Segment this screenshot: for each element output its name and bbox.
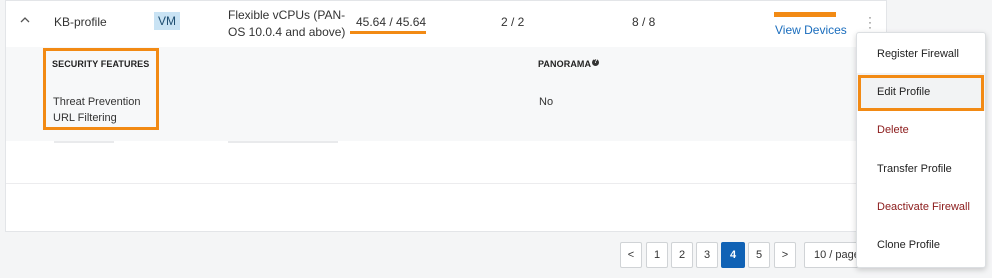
profiles-table: KB-profile VM Flexible vCPUs (PAN- OS 10…: [5, 0, 887, 232]
credits-value: 45.64 / 45.64: [356, 15, 427, 29]
page-2-button[interactable]: 2: [671, 242, 693, 268]
deactivate-firewall-item[interactable]: Deactivate Firewall: [857, 188, 985, 226]
view-devices-link[interactable]: View Devices: [775, 23, 847, 37]
register-firewall-item[interactable]: Register Firewall: [857, 35, 985, 73]
model-line-2: OS 10.0.4 and above): [228, 25, 346, 39]
credits-highlight-underline: [350, 31, 426, 34]
type-badge: VM: [154, 12, 180, 30]
profile-name: KB-profile: [54, 15, 107, 29]
prev-page-button[interactable]: <: [620, 242, 642, 268]
row-divider: [6, 183, 886, 184]
edit-profile-highlight: [858, 75, 984, 111]
redacted-text: [774, 12, 836, 17]
page-5-button[interactable]: 5: [748, 242, 770, 268]
next-row-fragment: [6, 141, 886, 145]
help-icon[interactable]: ?: [592, 59, 600, 66]
table-row: KB-profile VM Flexible vCPUs (PAN- OS 10…: [6, 1, 886, 48]
transfer-profile-item[interactable]: Transfer Profile: [857, 150, 985, 188]
column-b-value: 8 / 8: [632, 15, 656, 29]
delete-item[interactable]: Delete: [857, 111, 985, 149]
chevron-up-icon[interactable]: [20, 13, 30, 27]
more-options-icon[interactable]: · · ·: [868, 11, 872, 33]
column-a-value: 2 / 2: [501, 15, 525, 29]
security-features-highlight: [43, 48, 159, 130]
panorama-header: PANORAMA?: [538, 59, 600, 69]
page-1-button[interactable]: 1: [646, 242, 668, 268]
next-page-button[interactable]: >: [774, 242, 796, 268]
model-description: Flexible vCPUs (PAN- OS 10.0.4 and above…: [228, 7, 345, 41]
panorama-header-label: PANORAMA: [538, 59, 592, 69]
clone-profile-item[interactable]: Clone Profile: [857, 226, 985, 264]
page-3-button[interactable]: 3: [696, 242, 718, 268]
panorama-value: No: [539, 96, 554, 108]
model-line-1: Flexible vCPUs (PAN-: [228, 8, 346, 22]
page-size-select[interactable]: 10 / page: [804, 242, 860, 268]
pagination: < 1 2 3 4 5 > 10 / page: [620, 242, 860, 268]
page-4-button[interactable]: 4: [721, 242, 745, 268]
row-actions-menu: Register Firewall Edit Profile Delete Tr…: [856, 32, 986, 268]
